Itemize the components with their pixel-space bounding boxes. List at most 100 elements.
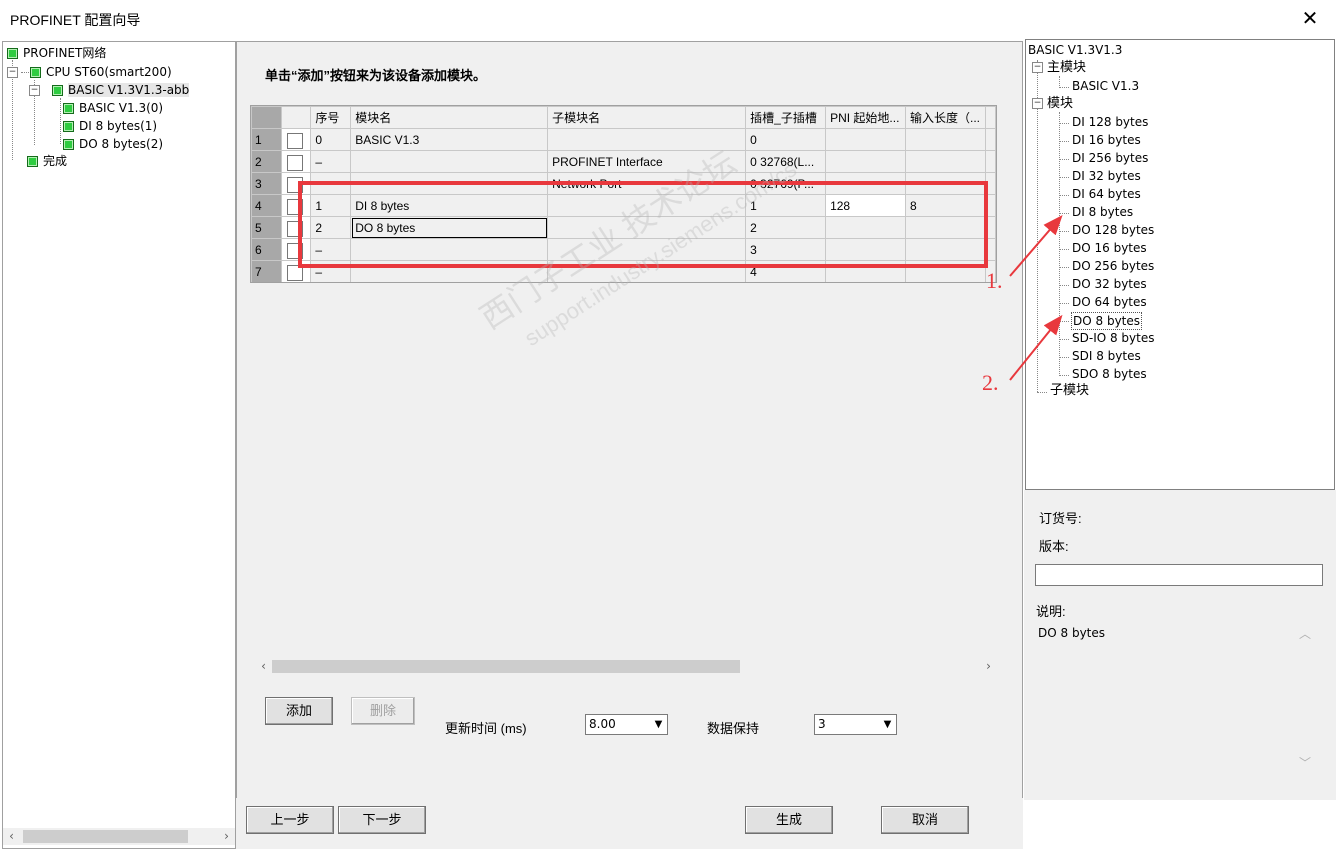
data-hold-select[interactable]: 3 ▼ <box>814 714 897 735</box>
row-number: 7 <box>251 260 282 282</box>
tree-item-basic[interactable]: BASIC V1.3(0) <box>63 100 163 116</box>
catalog-item-module[interactable]: DO 16 bytes <box>1072 240 1147 256</box>
update-time-value: 8.00 <box>589 717 616 731</box>
catalog-item-module[interactable]: SD-IO 8 bytes <box>1072 330 1155 346</box>
grid-header-seq[interactable]: 序号 <box>310 106 352 129</box>
catalog-item-module[interactable]: DI 16 bytes <box>1072 132 1141 148</box>
grid-header-check <box>280 106 312 129</box>
catalog-item-module[interactable]: DI 64 bytes <box>1072 186 1141 202</box>
cell-submodule[interactable] <box>547 128 747 151</box>
catalog-item-module[interactable]: DO 128 bytes <box>1072 222 1154 238</box>
grid-header-slot[interactable]: 插槽_子插槽 <box>745 106 827 129</box>
module-catalog-tree[interactable]: BASIC V1.3V1.3 − 主模块 BASIC V1.3 − 模块 子模块 D… <box>1025 39 1335 490</box>
cell-extra <box>984 150 996 173</box>
tree-item-label: DO 8 bytes(2) <box>79 137 164 151</box>
catalog-item-module[interactable]: DI 8 bytes <box>1072 204 1133 220</box>
close-icon[interactable]: ✕ <box>1298 6 1322 30</box>
left-horizontal-scrollbar[interactable]: ‹ › <box>3 828 235 845</box>
tree-item-device[interactable]: − BASIC V1.3V1.3-abb <box>29 82 190 98</box>
catalog-item-module[interactable]: SDI 8 bytes <box>1072 348 1141 364</box>
dropdown-arrow-icon[interactable]: ▼ <box>650 715 667 734</box>
scroll-right-icon[interactable]: › <box>218 828 235 845</box>
catalog-item-module[interactable]: DI 128 bytes <box>1072 114 1148 130</box>
prev-button[interactable]: 上一步 <box>246 806 334 834</box>
row-number: 6 <box>251 238 282 261</box>
grid-header-input-length[interactable]: 输入长度（... <box>905 106 986 129</box>
grid-horizontal-scrollbar[interactable]: ‹ › <box>255 658 997 675</box>
arrow-1-icon <box>1009 214 1063 277</box>
tree-item-di8[interactable]: DI 8 bytes(1) <box>63 118 157 134</box>
table-row[interactable]: 1 0 BASIC V1.3 0 <box>251 128 996 151</box>
cell-pni[interactable] <box>825 128 907 151</box>
update-time-select[interactable]: 8.00 ▼ <box>585 714 668 735</box>
catalog-item-module[interactable]: DO 256 bytes <box>1072 258 1154 274</box>
cell-pni[interactable] <box>825 150 907 173</box>
cell-input-length[interactable] <box>905 150 986 173</box>
cell-seq[interactable]: 0 <box>310 128 352 151</box>
row-checkbox[interactable] <box>286 154 303 171</box>
catalog-item-module[interactable]: DO 32 bytes <box>1072 276 1147 292</box>
scroll-up-icon[interactable]: ︿ <box>1299 625 1311 642</box>
row-checkbox[interactable] <box>286 132 303 149</box>
catalog-item-module[interactable]: SDO 8 bytes <box>1072 366 1147 382</box>
annotation-label-1: 1. <box>986 268 1003 293</box>
scroll-right-icon[interactable]: › <box>980 658 997 675</box>
catalog-root[interactable]: BASIC V1.3V1.3 <box>1028 42 1122 58</box>
catalog-group-main-module[interactable]: − 主模块 <box>1032 59 1086 76</box>
grid-header-row: 序号 模块名 子模块名 插槽_子插槽 PNI 起始地... 输入长度（... <box>251 106 996 129</box>
version-field[interactable] <box>1035 564 1323 586</box>
tree-item-profinet-network[interactable]: PROFINET网络 <box>7 45 106 61</box>
collapse-icon[interactable]: − <box>1032 98 1043 109</box>
tree-item-finish[interactable]: 完成 <box>27 153 67 169</box>
data-hold-value: 3 <box>818 717 826 731</box>
collapse-icon[interactable]: − <box>29 85 40 96</box>
catalog-item-basic[interactable]: BASIC V1.3 <box>1072 78 1139 94</box>
scroll-left-icon[interactable]: ‹ <box>3 828 20 845</box>
row-number: 5 <box>251 216 282 239</box>
grid-header-submodule[interactable]: 子模块名 <box>547 106 747 129</box>
row-number: 1 <box>251 128 282 151</box>
catalog-group-module[interactable]: − 模块 <box>1032 95 1073 112</box>
cell-submodule[interactable]: PROFINET Interface <box>547 150 747 173</box>
delete-button[interactable]: 删除 <box>351 697 415 725</box>
cell-seq[interactable]: – <box>310 150 352 173</box>
cell-slot[interactable]: 0 32768(L... <box>745 150 827 173</box>
add-button[interactable]: 添加 <box>265 697 333 725</box>
generate-button[interactable]: 生成 <box>745 806 833 834</box>
tree-item-do8[interactable]: DO 8 bytes(2) <box>63 136 163 152</box>
annotation-label-2: 2. <box>982 370 999 395</box>
scroll-thumb[interactable] <box>272 660 740 673</box>
catalog-item-module[interactable]: DO 8 bytes <box>1071 312 1143 330</box>
catalog-item-module[interactable]: DI 32 bytes <box>1072 168 1141 184</box>
collapse-icon[interactable]: − <box>7 67 18 78</box>
status-check-icon <box>63 103 74 114</box>
version-label: 版本: <box>1039 539 1069 554</box>
scroll-thumb[interactable] <box>23 830 188 843</box>
grid-header-pni[interactable]: PNI 起始地... <box>825 106 907 129</box>
description-box[interactable]: DO 8 bytes ︿ ﹀ <box>1035 623 1325 793</box>
status-check-icon <box>7 48 18 59</box>
catalog-item-module[interactable]: DI 256 bytes <box>1072 150 1148 166</box>
cell-input-length[interactable] <box>905 128 986 151</box>
scroll-left-icon[interactable]: ‹ <box>255 658 272 675</box>
cell-slot[interactable]: 0 <box>745 128 827 151</box>
next-button[interactable]: 下一步 <box>338 806 426 834</box>
dropdown-arrow-icon[interactable]: ▼ <box>879 715 896 734</box>
status-check-icon <box>52 85 63 96</box>
row-number: 3 <box>251 172 282 195</box>
row-checkbox-cell[interactable] <box>280 128 312 151</box>
catalog-item-module[interactable]: DO 64 bytes <box>1072 294 1147 310</box>
row-checkbox-cell[interactable] <box>280 150 312 173</box>
row-number: 4 <box>251 194 282 217</box>
table-row[interactable]: 2 – PROFINET Interface 0 32768(L... <box>251 150 996 173</box>
network-tree: PROFINET网络 − CPU ST60(smart200) − BASIC V1… <box>2 41 236 849</box>
row-number: 2 <box>251 150 282 173</box>
tree-item-cpu[interactable]: − CPU ST60(smart200) <box>7 64 172 80</box>
grid-header-module[interactable]: 模块名 <box>350 106 549 129</box>
cell-extra <box>984 128 996 151</box>
cancel-button[interactable]: 取消 <box>881 806 969 834</box>
scroll-down-icon[interactable]: ﹀ <box>1299 754 1311 771</box>
cell-module[interactable] <box>350 150 549 173</box>
cell-module[interactable]: BASIC V1.3 <box>350 128 549 151</box>
collapse-icon[interactable]: − <box>1032 62 1043 73</box>
